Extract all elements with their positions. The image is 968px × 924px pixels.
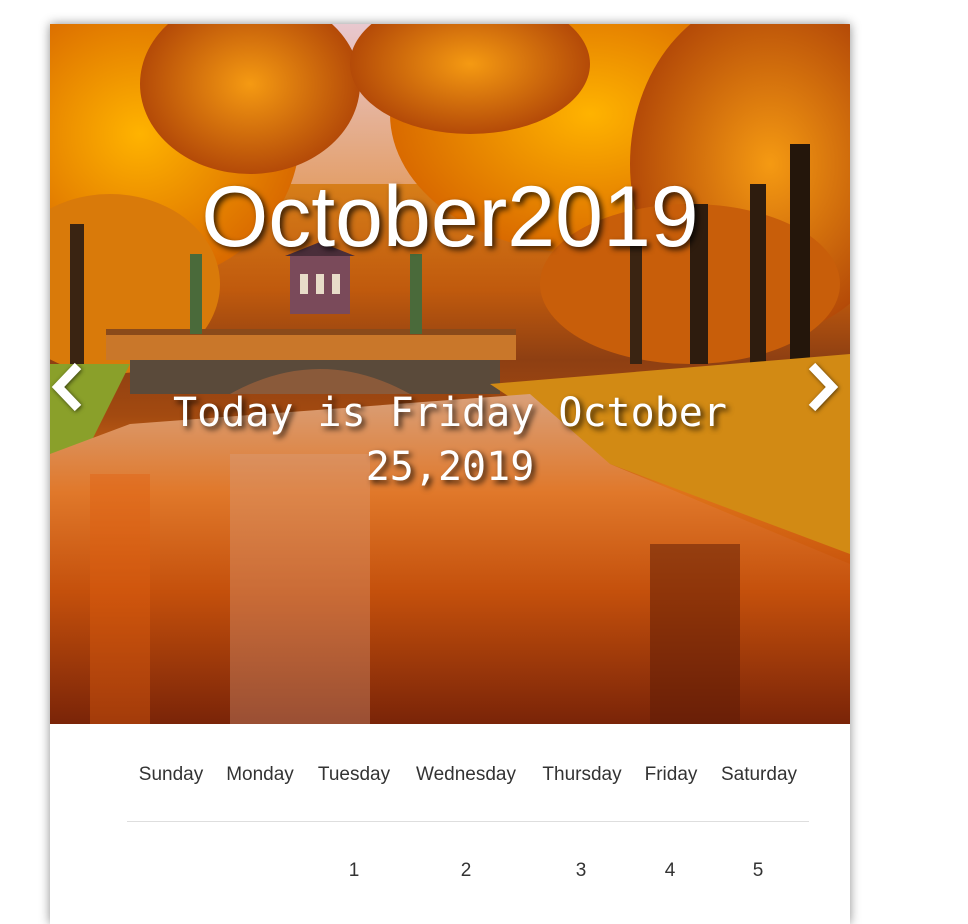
calendar-card: October2019 Today is Friday October 25,2…	[50, 24, 850, 924]
weekday-header-row: Sunday Monday Tuesday Wednesday Thursday…	[127, 754, 808, 794]
month-label: October	[201, 169, 508, 265]
autumn-background-image: October2019 Today is Friday October 25,2…	[50, 24, 850, 724]
day-cell[interactable]: 4	[665, 860, 676, 882]
chevron-left-icon	[51, 362, 82, 412]
calendar-week-row: 1 2 3 4 5	[50, 856, 850, 896]
today-date-text: Today is Friday October 25,2019	[173, 390, 727, 490]
day-cell[interactable]: 2	[461, 860, 472, 882]
day-cell[interactable]: 5	[753, 860, 764, 882]
year-label: 2019	[507, 169, 699, 265]
header-divider	[127, 821, 809, 822]
weekday-wednesday: Wednesday	[416, 764, 516, 785]
day-cell[interactable]: 3	[576, 860, 587, 882]
next-month-button[interactable]	[806, 362, 850, 422]
chevron-right-icon	[808, 362, 839, 412]
previous-month-button[interactable]	[50, 362, 94, 422]
weekday-sunday: Sunday	[138, 764, 204, 785]
month-year-title: October2019	[50, 172, 850, 262]
day-cell[interactable]: 1	[349, 860, 360, 882]
autumn-scene-illustration	[50, 24, 850, 724]
weekday-tuesday: Tuesday	[317, 764, 391, 785]
weekday-thursday: Thursday	[542, 764, 622, 785]
weekday-saturday: Saturday	[720, 764, 798, 785]
weekday-friday: Friday	[644, 764, 698, 785]
weekday-monday: Monday	[226, 764, 294, 785]
